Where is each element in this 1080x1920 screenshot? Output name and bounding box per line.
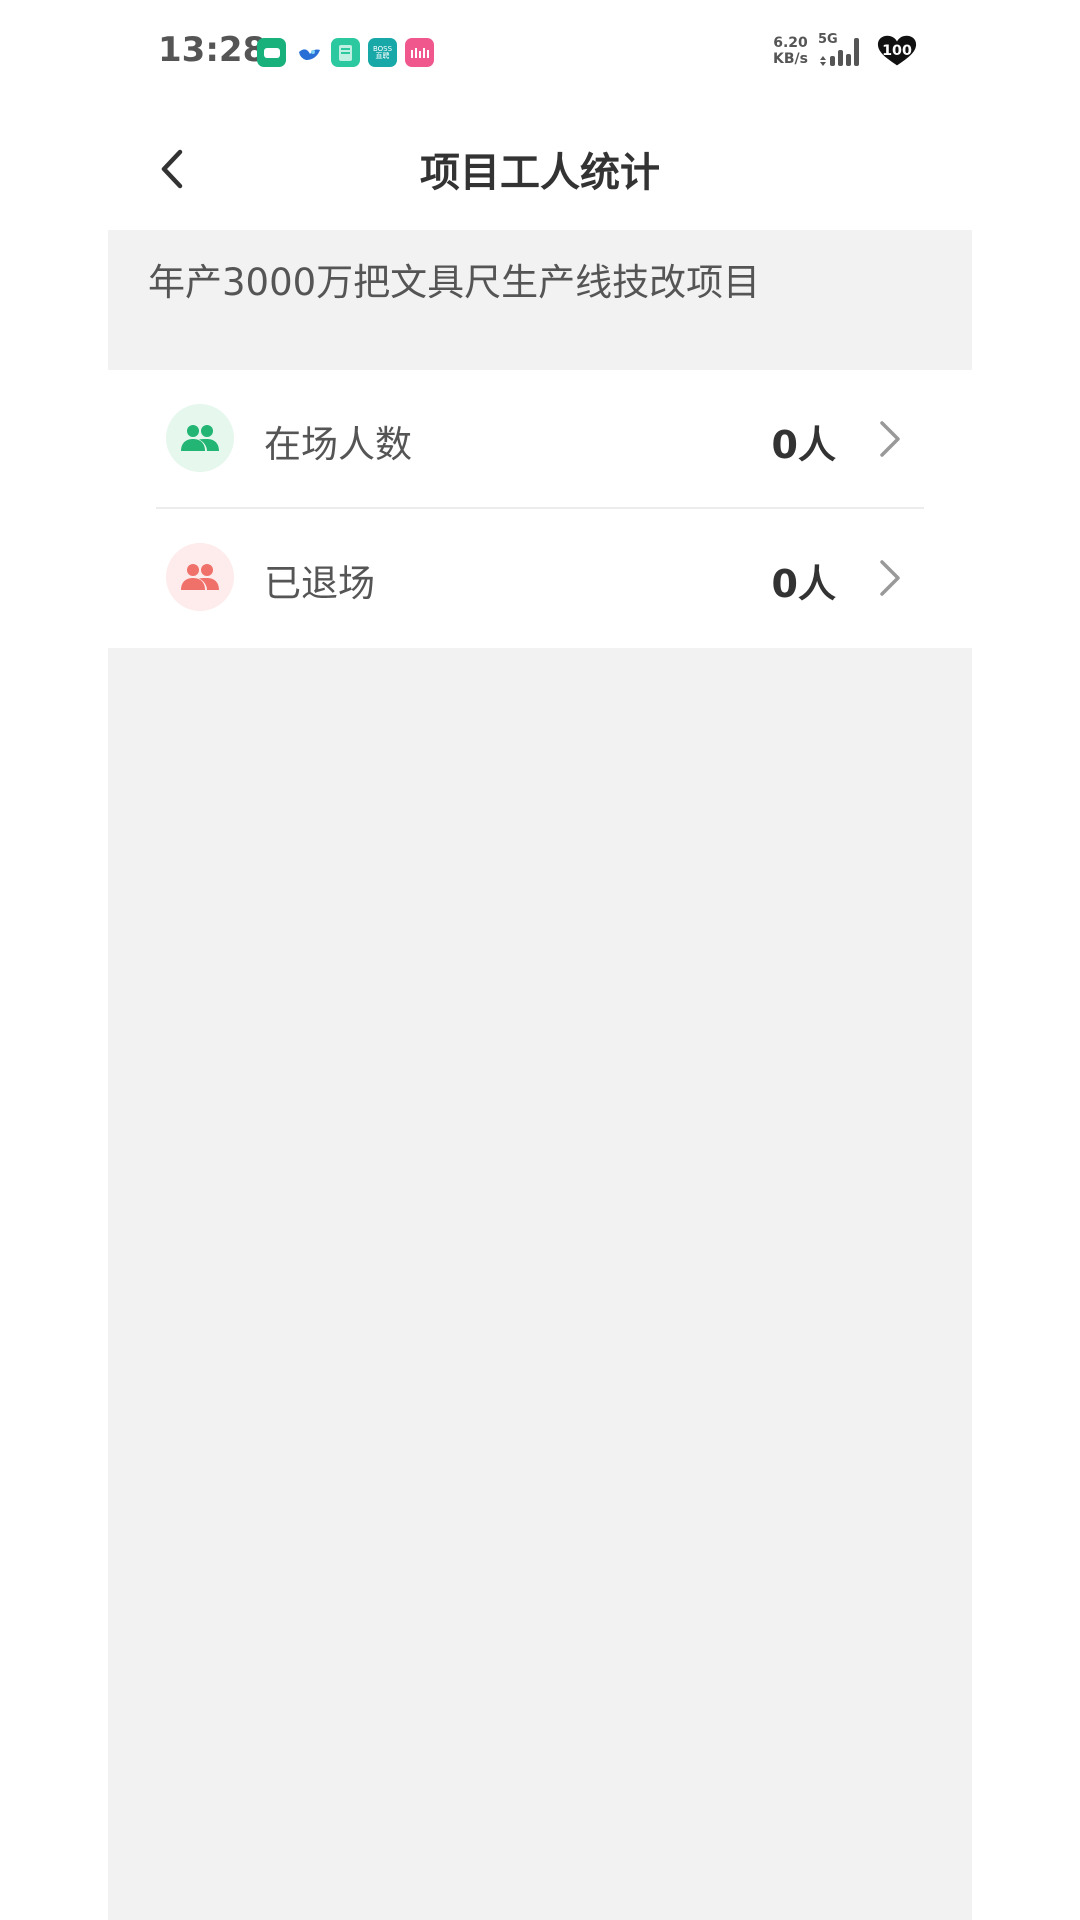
on-site-icon-badge xyxy=(166,404,234,472)
document-app-icon xyxy=(331,38,360,67)
status-right: 6.20 KB/s 5G 100 xyxy=(773,32,918,68)
boss-app-icon: BOSS 直聘 xyxy=(368,38,397,67)
project-header: 年产3000万把文具尺生产线技改项目 xyxy=(108,230,972,370)
network-speed-value: 6.20 xyxy=(773,35,808,51)
stats-list: 在场人数 0人 已退场 0人 xyxy=(108,370,972,648)
message-app-icon xyxy=(257,38,286,67)
project-name: 年产3000万把文具尺生产线技改项目 xyxy=(148,261,761,304)
network-speed-unit: KB/s xyxy=(773,51,808,67)
exited-count: 0人 xyxy=(771,562,836,606)
network-type: 5G xyxy=(818,32,838,47)
stat-row-exited[interactable]: 已退场 0人 xyxy=(108,509,972,646)
network-speed: 6.20 KB/s xyxy=(773,35,808,67)
on-site-count: 0人 xyxy=(771,423,836,467)
page-title: 项目工人统计 xyxy=(420,150,660,196)
stat-row-on-site[interactable]: 在场人数 0人 xyxy=(108,370,972,507)
on-site-label: 在场人数 xyxy=(264,423,412,466)
main-content: 项目工人统计 年产3000万把文具尺生产线技改项目 在场人数 0人 已退场 0人 xyxy=(108,108,972,1920)
bilibili-app-icon xyxy=(405,38,434,67)
boss-app-text: BOSS 直聘 xyxy=(372,44,393,60)
notification-icons: BOSS 直聘 xyxy=(257,38,434,67)
exited-label: 已退场 xyxy=(264,562,375,605)
exited-icon-badge xyxy=(166,543,234,611)
battery-level: 100 xyxy=(882,43,912,59)
empty-content-area xyxy=(108,648,972,1920)
status-bar: 13:28 BOSS 直聘 6.20 KB/s 5G 100 xyxy=(0,0,1080,108)
chevron-right-icon xyxy=(870,416,910,462)
signal-icon: 5G xyxy=(818,32,866,68)
battery-icon: 100 xyxy=(876,34,918,68)
chevron-right-icon xyxy=(870,555,910,601)
bird-app-icon xyxy=(294,38,323,67)
status-time: 13:28 xyxy=(158,30,267,70)
people-icon xyxy=(181,564,219,590)
people-icon xyxy=(181,425,219,451)
nav-bar: 项目工人统计 xyxy=(108,108,972,230)
